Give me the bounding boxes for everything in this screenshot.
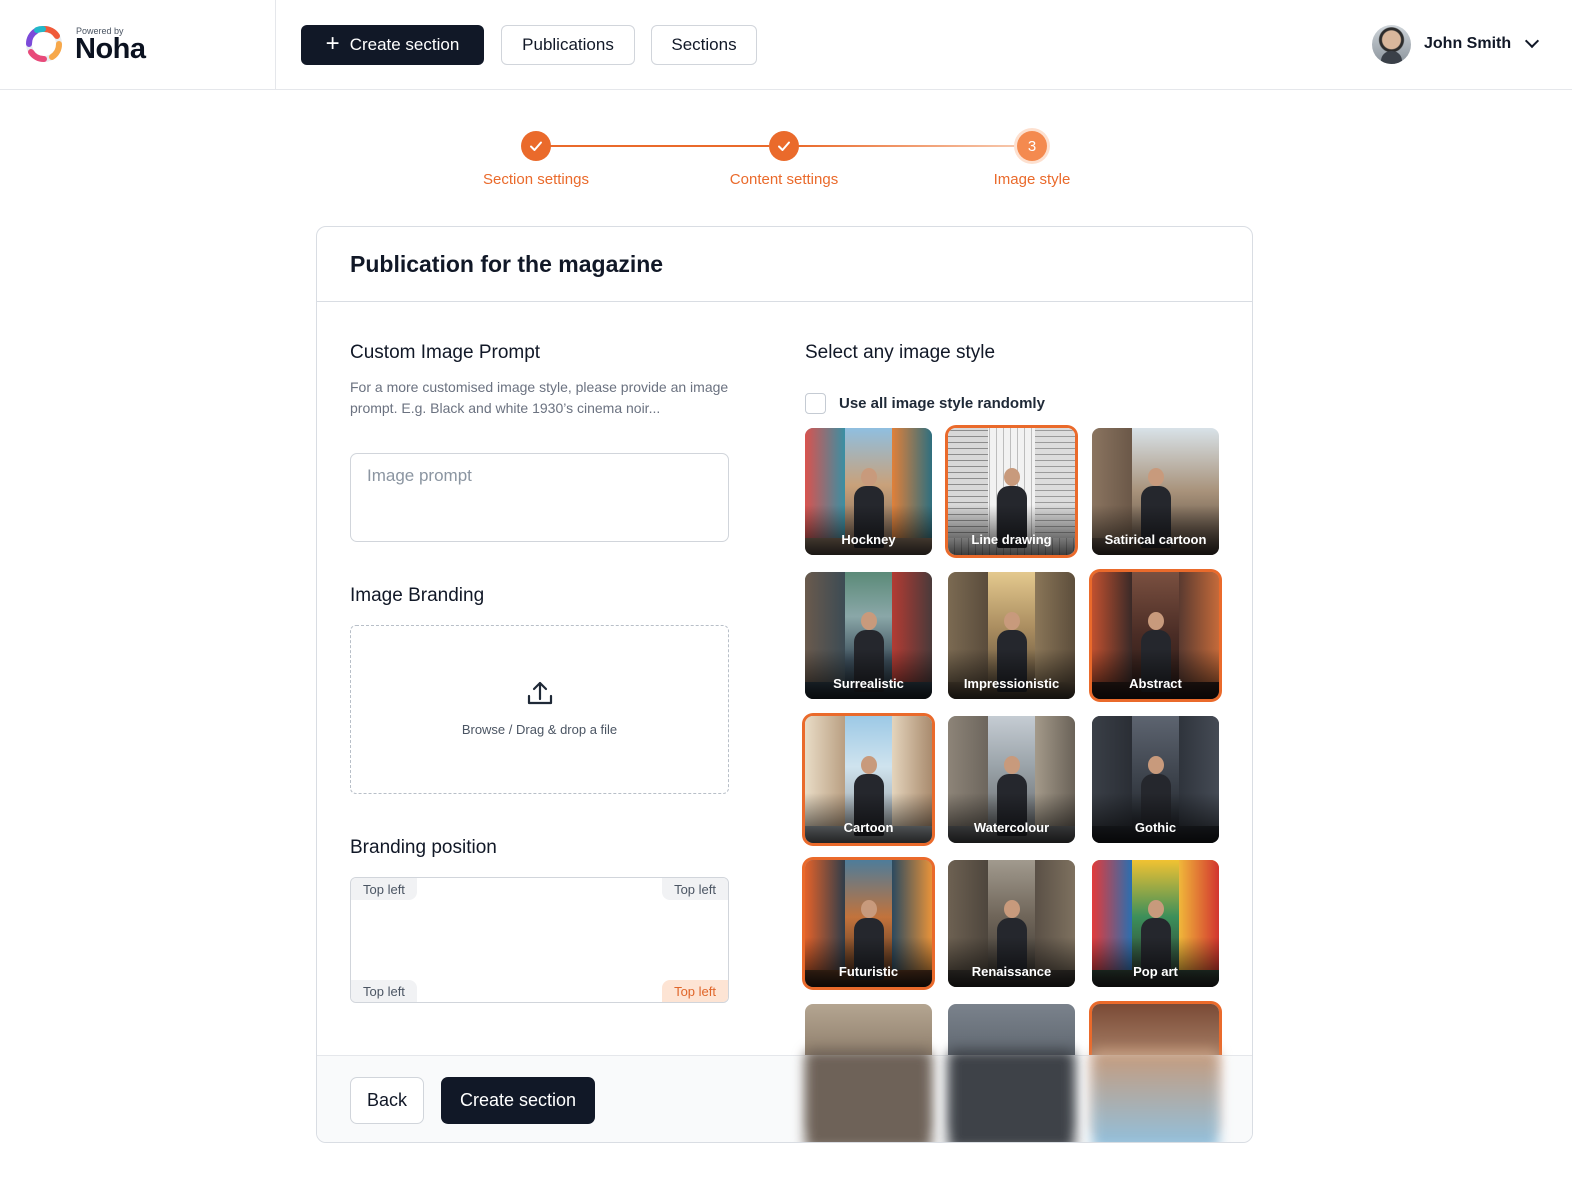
- label-shade: [1092, 937, 1219, 987]
- publications-nav-label: Publications: [522, 35, 614, 54]
- style-tile-label: Satirical cartoon: [1104, 532, 1207, 547]
- style-tile-label: Abstract: [1129, 676, 1182, 691]
- label-shade: [948, 793, 1075, 843]
- stepper-connector: [797, 145, 1018, 147]
- style-tile-pop-art[interactable]: Pop art: [1092, 860, 1219, 987]
- create-section-button[interactable]: Create section: [441, 1077, 595, 1124]
- style-tile-label: Pop art: [1133, 964, 1178, 979]
- dropzone-text: Browse / Drag & drop a file: [461, 722, 618, 737]
- style-tile-label: Line drawing: [971, 532, 1052, 547]
- random-style-row[interactable]: Use all image style randomly: [805, 393, 1045, 414]
- position-top-left-option[interactable]: Top left: [351, 878, 417, 900]
- style-tile-surrealistic[interactable]: Surrealistic: [805, 572, 932, 699]
- section-form-card: Publication for the magazine Custom Imag…: [316, 226, 1253, 1143]
- style-tile-gothic[interactable]: Gothic: [1092, 716, 1219, 843]
- style-tile-line-drawing[interactable]: Line drawing: [948, 428, 1075, 555]
- user-name: John Smith: [1424, 35, 1512, 52]
- label-shade: [948, 649, 1075, 699]
- style-tile-label: Impressionistic: [963, 676, 1060, 691]
- custom-prompt-heading: Custom Image Prompt: [350, 342, 541, 363]
- label-shade: [805, 937, 932, 987]
- step-3-number[interactable]: 3: [1017, 131, 1047, 161]
- chevron-down-icon: [1525, 33, 1540, 49]
- style-tile-satirical-cartoon[interactable]: Satirical cartoon: [1092, 428, 1219, 555]
- image-branding-heading: Image Branding: [350, 585, 485, 606]
- user-menu[interactable]: John Smith: [1372, 24, 1540, 64]
- blurred-tile: [1092, 1050, 1219, 1142]
- style-tile-label: Watercolour: [973, 820, 1050, 835]
- random-style-checkbox[interactable]: [805, 393, 826, 414]
- style-tile-abstract[interactable]: Abstract: [1092, 572, 1219, 699]
- label-shade: [948, 505, 1075, 555]
- plus-icon: +: [325, 30, 340, 57]
- step-1-label: Section settings: [483, 171, 589, 188]
- label-shade: [948, 937, 1075, 987]
- stepper-connector: [549, 145, 769, 147]
- blurred-tile: [805, 1050, 932, 1142]
- label-shade: [1092, 649, 1219, 699]
- position-bottom-right-option[interactable]: Top left: [662, 980, 728, 1002]
- style-tile-label: Renaissance: [971, 964, 1052, 979]
- sections-nav-label: Sections: [671, 35, 737, 54]
- style-tile-label: Cartoon: [843, 820, 894, 835]
- top-header: Powered by Noha + Create section Publica…: [0, 0, 1572, 90]
- position-bottom-left-option[interactable]: Top left: [351, 980, 417, 1002]
- style-tile-impressionistic[interactable]: Impressionistic: [948, 572, 1075, 699]
- style-tile-label: Futuristic: [838, 964, 899, 979]
- create-section-nav-button[interactable]: + Create section: [301, 25, 484, 65]
- create-section-button-label: Create section: [459, 1090, 577, 1110]
- image-prompt-input[interactable]: [350, 453, 729, 542]
- avatar: [1372, 24, 1411, 64]
- style-tile-renaissance[interactable]: Renaissance: [948, 860, 1075, 987]
- back-button-label: Back: [366, 1090, 408, 1110]
- style-tile-cartoon[interactable]: Cartoon: [805, 716, 932, 843]
- position-top-right-option[interactable]: Top left: [662, 878, 728, 900]
- step-1-check-icon[interactable]: [521, 131, 551, 161]
- card-divider: [317, 301, 1252, 302]
- label-shade: [1092, 793, 1219, 843]
- brand-area: Powered by Noha: [0, 0, 276, 89]
- style-tile-label: Hockney: [841, 532, 896, 547]
- upload-icon: [527, 681, 553, 705]
- step-2-label: Content settings: [729, 171, 839, 188]
- step-3-label: Image style: [993, 171, 1071, 188]
- branding-position-picker: Top left Top left Top left Top left: [350, 877, 729, 1003]
- label-shade: [805, 793, 932, 843]
- back-button[interactable]: Back: [350, 1077, 424, 1124]
- style-tile-label: Surrealistic: [833, 676, 904, 691]
- step-2-check-icon[interactable]: [769, 131, 799, 161]
- image-style-heading: Select any image style: [805, 342, 996, 363]
- card-title: Publication for the magazine: [350, 251, 664, 277]
- custom-prompt-help: For a more customised image style, pleas…: [350, 379, 729, 416]
- style-tile-hockney[interactable]: Hockney: [805, 428, 932, 555]
- style-tile-watercolour[interactable]: Watercolour: [948, 716, 1075, 843]
- branding-position-heading: Branding position: [350, 837, 497, 858]
- brand-name: Noha: [75, 33, 146, 65]
- sections-nav-button[interactable]: Sections: [651, 25, 757, 65]
- label-shade: [805, 505, 932, 555]
- card-footer: Back Create section: [317, 1050, 1252, 1142]
- label-shade: [1092, 505, 1219, 555]
- style-tile-label: Gothic: [1134, 820, 1177, 835]
- create-section-nav-label: Create section: [349, 35, 460, 54]
- blurred-tile: [948, 1050, 1075, 1142]
- label-shade: [805, 649, 932, 699]
- noha-logo-icon: [26, 25, 62, 62]
- publications-nav-button[interactable]: Publications: [501, 25, 635, 65]
- branding-dropzone[interactable]: Browse / Drag & drop a file: [350, 625, 729, 794]
- random-style-label: Use all image style randomly: [839, 395, 1045, 412]
- style-tile-futuristic[interactable]: Futuristic: [805, 860, 932, 987]
